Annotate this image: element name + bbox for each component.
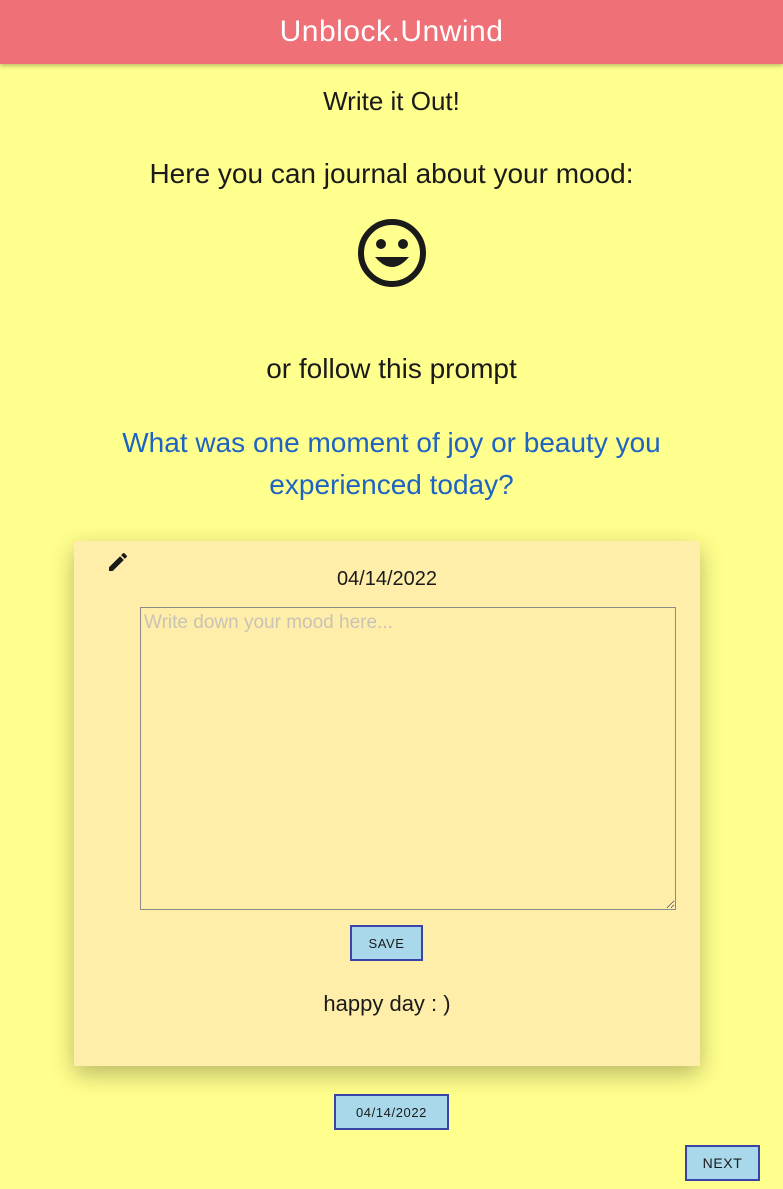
page-title: Write it Out! [323, 86, 460, 116]
journal-prompt: What was one moment of joy or beauty you… [122, 427, 661, 500]
entry-date: 04/14/2022 [336, 568, 438, 590]
next-button[interactable]: NEXT [685, 1145, 760, 1181]
mood-textarea[interactable] [140, 607, 676, 910]
saved-entry-text: happy day : ) [323, 991, 451, 1016]
journal-instruction: Here you can journal about your mood: [149, 158, 634, 189]
app-bar: Unblock.Unwind [0, 0, 783, 64]
app-title: Unblock.Unwind [279, 15, 504, 48]
journal-card: 04/14/2022 SAVE happy day : ) [74, 541, 700, 1066]
prompt-intro: or follow this prompt [266, 353, 517, 384]
smiley-face-icon[interactable] [356, 217, 428, 289]
date-button[interactable]: 04/14/2022 [334, 1094, 449, 1130]
save-button[interactable]: SAVE [350, 925, 423, 961]
